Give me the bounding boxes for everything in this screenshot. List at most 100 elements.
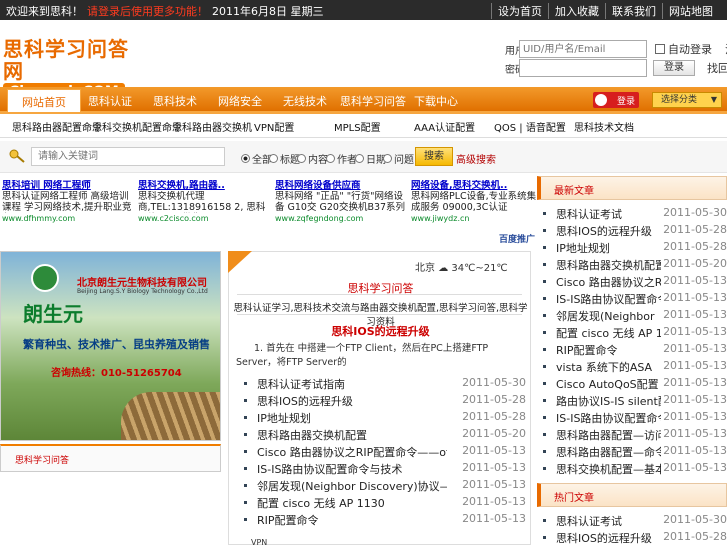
auto-login-checkbox[interactable] — [655, 44, 665, 54]
article-title[interactable]: 思科路由器交换机配置 — [556, 257, 661, 273]
article-title[interactable]: 配置 cisco 无线 AP 1130 — [556, 325, 661, 341]
article-title[interactable]: 思科IOS的远程升级 — [556, 530, 652, 546]
list-item[interactable]: 配置 cisco 无线 AP 11302011-05-13 — [241, 495, 526, 512]
left-section-tab[interactable]: 思科学习问答 — [0, 444, 221, 472]
advert-banner[interactable]: 北京朗生元生物科技有限公司 Beijing Lang.S.Y Biology T… — [0, 251, 221, 441]
nav-qa[interactable]: 思科学习问答 — [340, 93, 406, 109]
subnav-item[interactable]: MPLS配置 — [334, 119, 381, 134]
nav-cisco-cert[interactable]: 思科认证 — [88, 93, 132, 109]
top-link-homepage[interactable]: 设为首页 — [491, 3, 548, 19]
ad-block[interactable]: 思科培训 网络工程师 思科认证网络工程师 高级培训课程 学习网络技术,提升职业竞… — [2, 180, 136, 224]
list-item[interactable]: RIP配置命令 2011-05-13 — [241, 512, 526, 529]
list-item[interactable]: 思科交换机配置—基本配置2011-05-13 — [540, 461, 727, 478]
list-item[interactable]: 思科IOS的远程升级 2011-05-28 — [540, 530, 727, 547]
nav-home[interactable]: 网站首页 — [7, 89, 81, 112]
subnav-item[interactable]: 思科路由器配置命令 — [12, 119, 102, 134]
list-item[interactable]: 思科路由器交换机配置 2011-05-20 — [540, 257, 727, 274]
article-title[interactable]: IP地址规划 — [257, 410, 311, 426]
category-select[interactable]: 选择分类 ▼ — [652, 92, 722, 108]
search-option-date[interactable]: 日期 — [355, 151, 386, 166]
search-option-content[interactable]: 内容 — [297, 151, 328, 166]
list-item[interactable]: 思科认证考试 2011-05-30 — [540, 206, 727, 223]
forgot-password-link[interactable]: 找回密码 — [707, 60, 727, 76]
list-item[interactable]: IS-IS路由协议配置命令与技术2011-05-13 — [540, 291, 727, 308]
article-title[interactable]: RIP配置命令 — [556, 342, 618, 358]
list-item[interactable]: vista 系统下的ASA 2011-05-13 — [540, 359, 727, 376]
article-title[interactable]: IS-IS路由协议配置命令与技术 — [257, 461, 402, 477]
article-title[interactable]: 思科交换机配置—基本配置 — [556, 461, 661, 477]
list-item[interactable]: Cisco 路由器协议之RIP配置命令——offset- 2011-05-13 — [241, 444, 526, 461]
list-item[interactable]: 思科路由器配置—命令 2011-05-13 — [540, 444, 727, 461]
nav-download[interactable]: 下载中心 — [414, 93, 458, 109]
article-title[interactable]: 思科认证考试指南 — [257, 376, 345, 392]
article-title[interactable]: vista 系统下的ASA — [556, 359, 652, 375]
article-title[interactable]: 邻居发现(Neighbor — [556, 308, 655, 324]
baidu-promotion-label[interactable]: 百度推广 — [499, 232, 535, 245]
nav-cisco-tech[interactable]: 思科技术 — [153, 93, 197, 109]
advanced-search-link[interactable]: 高级搜索 — [456, 151, 496, 166]
article-title[interactable]: Cisco 路由器协议之RIP配置命令 — [556, 274, 661, 290]
login-submit-button[interactable]: 登录 — [653, 60, 695, 76]
article-title[interactable]: 思科认证考试 — [556, 206, 622, 222]
list-item[interactable]: IS-IS路由协议配置命令 2011-05-13 — [540, 410, 727, 427]
search-option-question[interactable]: 问题 — [383, 151, 414, 166]
article-title[interactable]: IS-IS路由协议配置命令 — [556, 410, 661, 426]
list-item[interactable]: Cisco 路由器协议之RIP配置命令2011-05-13 — [540, 274, 727, 291]
site-logo[interactable]: 思科学习问答网 Ciscoask.COM — [3, 38, 143, 101]
ad-url[interactable]: www.dfhmmy.com — [2, 213, 136, 224]
article-title[interactable]: IP地址规划 — [556, 240, 610, 256]
list-item[interactable]: 思科路由器配置—访问控制2011-05-13 — [540, 427, 727, 444]
subnav-item[interactable]: 思科交换机配置命令 — [92, 119, 182, 134]
article-title[interactable]: 思科认证考试 — [556, 513, 622, 529]
list-item[interactable]: 思科路由器交换机配置 2011-05-20 — [241, 427, 526, 444]
top-link-sitemap[interactable]: 网站地图 — [662, 3, 719, 19]
article-title[interactable]: Cisco AutoQoS配置 — [556, 376, 659, 392]
article-title[interactable]: 邻居发现(Neighbor Discovery)协议——NDP — [257, 478, 447, 494]
list-item[interactable]: 邻居发现(Neighbor 2011-05-13 — [540, 308, 727, 325]
search-input[interactable] — [31, 147, 225, 166]
search-option-title[interactable]: 标题 — [269, 151, 300, 166]
ad-title[interactable]: 思科培训 网络工程师 — [2, 180, 136, 191]
top-link-favorite[interactable]: 加入收藏 — [548, 3, 605, 19]
article-title[interactable]: 思科路由器配置—访问控制 — [556, 427, 661, 443]
article-title[interactable]: 思科IOS的远程升级 — [556, 223, 652, 239]
search-button[interactable]: 搜索 — [415, 147, 453, 166]
list-item[interactable]: Cisco AutoQoS配置 2011-05-13 — [540, 376, 727, 393]
ad-block[interactable]: 网络设备,思科交换机.. 思科网络PLC设备,专业系统集成服务 09000,3C… — [411, 180, 545, 224]
nav-network-security[interactable]: 网络安全 — [218, 93, 262, 109]
article-title[interactable]: Cisco 路由器协议之RIP配置命令——offset- — [257, 444, 447, 460]
list-item[interactable]: 路由协议IS-IS silent配置命令2011-05-13 — [540, 393, 727, 410]
ad-title[interactable]: 网络设备,思科交换机.. — [411, 180, 545, 191]
subnav-item[interactable]: 思科路由器交换机 — [172, 119, 252, 134]
list-item[interactable]: 配置 cisco 无线 AP 11302011-05-13 — [540, 325, 727, 342]
subnav-item[interactable]: AAA认证配置 — [414, 119, 475, 134]
article-title[interactable]: 路由协议IS-IS silent配置命令 — [556, 393, 661, 409]
ad-title[interactable]: 思科网络设备供应商 — [275, 180, 409, 191]
username-input[interactable] — [519, 40, 647, 58]
section-label-vpn[interactable]: VPN — [251, 538, 267, 547]
ad-url[interactable]: www.jiwydz.cn — [411, 213, 545, 224]
list-item[interactable]: RIP配置命令 2011-05-13 — [540, 342, 727, 359]
ad-url[interactable]: www.zqfegndong.com — [275, 213, 409, 224]
article-title[interactable]: 思科路由器交换机配置 — [257, 427, 367, 443]
list-item[interactable]: IP地址规划 2011-05-28 — [241, 410, 526, 427]
list-item[interactable]: IS-IS路由协议配置命令与技术2011-05-13 — [241, 461, 526, 478]
ad-block[interactable]: 思科交换机,路由器.. 思科交换机代理商,TEL:1318916158 2, 思… — [138, 180, 272, 224]
ad-block[interactable]: 思科网络设备供应商 思科网络 "正品" "行货"网络设备 G10交 G20交换机… — [275, 180, 409, 224]
search-option-author[interactable]: 作者 — [326, 151, 357, 166]
list-item[interactable]: 邻居发现(Neighbor Discovery)协议——NDP 2011-05-1… — [241, 478, 526, 495]
nav-wireless[interactable]: 无线技术 — [283, 93, 327, 109]
list-item[interactable]: 思科IOS的远程升级 2011-05-28 — [540, 223, 727, 240]
list-item[interactable]: 思科认证考试指南 2011-05-30 — [241, 376, 526, 393]
article-title[interactable]: IS-IS路由协议配置命令与技术 — [556, 291, 661, 307]
search-option-all[interactable]: 全部 — [241, 151, 272, 166]
subnav-item[interactable]: QOS | 语音配置 — [494, 119, 566, 134]
list-item[interactable]: IP地址规划 2011-05-28 — [540, 240, 727, 257]
ad-url[interactable]: www.c2cisco.com — [138, 213, 272, 224]
nav-login-button[interactable]: 登录 — [593, 92, 639, 108]
article-title[interactable]: 思科IOS的远程升级 — [257, 393, 353, 409]
login-notice[interactable]: 请登录后使用更多功能！ — [87, 5, 208, 18]
article-title[interactable]: 思科路由器配置—命令 — [556, 444, 661, 460]
ad-title[interactable]: 思科交换机,路由器.. — [138, 180, 272, 191]
password-input[interactable] — [519, 59, 647, 77]
